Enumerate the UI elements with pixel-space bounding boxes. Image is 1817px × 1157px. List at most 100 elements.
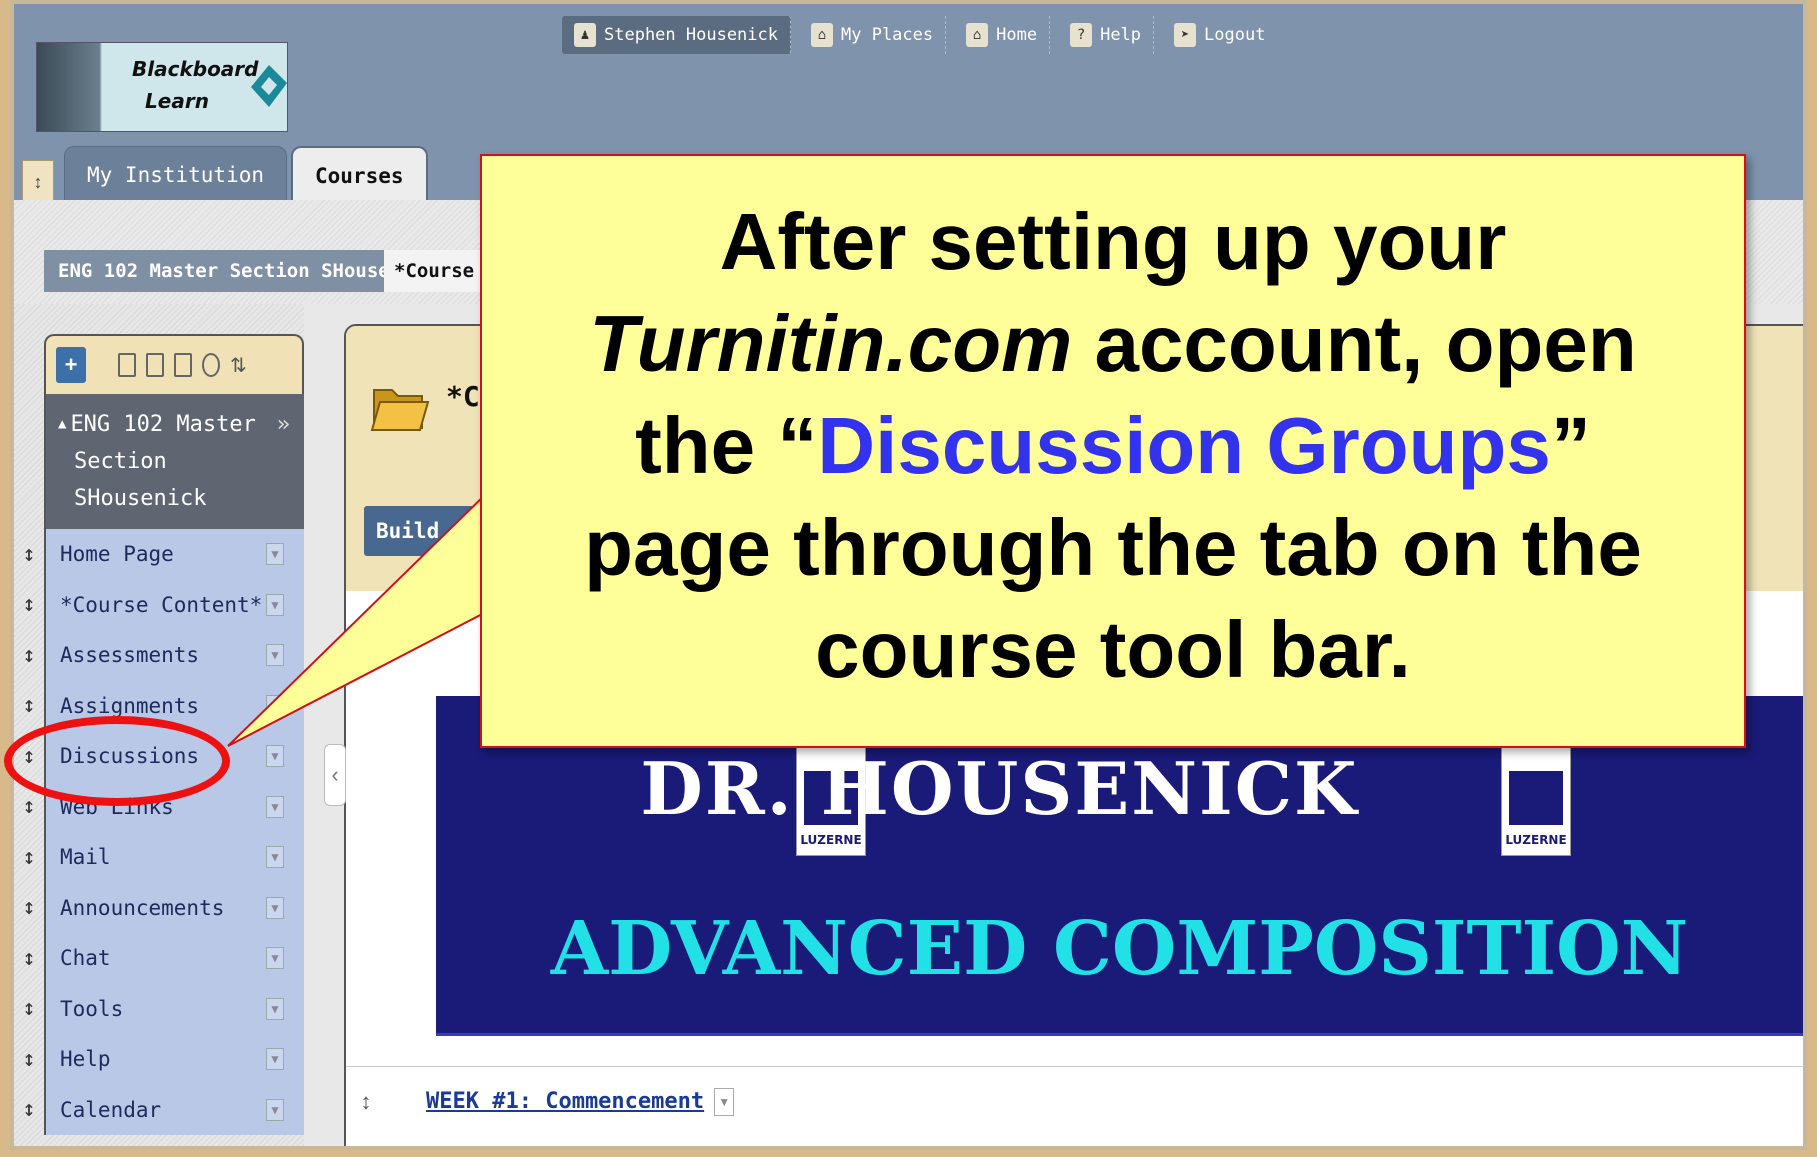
chevron-down-icon[interactable]: ▼	[266, 644, 284, 667]
sidebar-item-mail[interactable]: ↕ Mail ▼	[14, 832, 304, 883]
week-link[interactable]: WEEK #1: Commencement	[426, 1089, 704, 1114]
collapse-caret-icon: ▲	[58, 416, 67, 432]
drag-handle-icon[interactable]: ↕	[346, 1089, 386, 1115]
sidebar-item-label: Mail	[60, 845, 111, 870]
sidebar-item-label: Chat	[60, 946, 111, 971]
callout-line3-pre: the “	[635, 401, 818, 490]
drag-handle-icon[interactable]: ↕	[14, 643, 44, 668]
list-item: ↕ WEEK #1: Commencement ▼	[346, 1066, 1803, 1136]
luzerne-label: LUZERNE	[800, 833, 862, 847]
drag-handle-icon[interactable]: ↕	[14, 1047, 44, 1072]
logo-line2: Learn	[145, 89, 209, 113]
chevron-down-icon[interactable]: ▼	[266, 795, 284, 818]
sidebar-item-label: Assessments	[60, 643, 200, 668]
tab-courses[interactable]: Courses	[291, 146, 428, 204]
sidebar-item-course-content[interactable]: ↕ *Course Content* ▼	[14, 579, 304, 630]
chevron-down-icon[interactable]: ▼	[266, 694, 284, 717]
luzerne-label: LUZERNE	[1505, 833, 1567, 847]
drag-handle-icon[interactable]: ↕	[14, 693, 44, 718]
drag-handle-icon[interactable]: ↕	[14, 542, 44, 567]
top-navigation: ♟ Stephen Housenick ⌂ My Places ⌂ Home ?…	[562, 16, 1277, 54]
home-label: Home	[996, 25, 1038, 45]
sidebar-item-tools[interactable]: ↕ Tools ▼	[14, 983, 304, 1034]
tab-bar: ↕ My Institution Courses	[22, 146, 432, 204]
drag-handle-icon[interactable]: ↕	[14, 845, 44, 870]
page-title: *C	[446, 380, 480, 413]
drag-handle-icon[interactable]: ↕	[14, 592, 44, 617]
logout-link[interactable]: ➤ Logout	[1162, 16, 1277, 54]
my-places-icon: ⌂	[811, 23, 833, 47]
new-window-icon[interactable]	[174, 353, 192, 377]
help-label: Help	[1100, 25, 1142, 45]
my-places-link[interactable]: ⌂ My Places	[799, 16, 947, 54]
callout-line4: page through the tab on the	[584, 503, 1642, 592]
chevron-down-icon[interactable]: ▼	[714, 1087, 735, 1116]
chevron-down-icon[interactable]: ▼	[266, 1048, 284, 1071]
blackboard-logo[interactable]: Blackboard Learn	[36, 42, 288, 132]
logo-line1: Blackboard	[132, 57, 259, 81]
drag-handle-icon[interactable]: ↕	[14, 895, 44, 920]
instruction-callout: After setting up your Turnitin.com accou…	[480, 154, 1746, 748]
help-link[interactable]: ? Help	[1058, 16, 1155, 54]
course-title-line1: ENG 102 Master	[70, 412, 256, 437]
user-menu[interactable]: ♟ Stephen Housenick	[562, 16, 791, 54]
chevron-down-icon[interactable]: ▼	[266, 1098, 284, 1121]
sidebar-item-label: Calendar	[60, 1097, 162, 1122]
sidebar-item-label: Announcements	[60, 895, 225, 920]
refresh-icon[interactable]	[202, 353, 220, 377]
drag-handle-icon[interactable]: ↕	[14, 996, 44, 1021]
build-content-button[interactable]: Build Co	[364, 506, 490, 556]
course-title-line2: Section	[74, 449, 167, 474]
sidebar-item-assessments[interactable]: ↕ Assessments ▼	[14, 630, 304, 681]
chevron-down-icon[interactable]: ▼	[266, 846, 284, 869]
sidebar-item-label: Help	[60, 1047, 111, 1072]
tab-my-institution[interactable]: My Institution	[64, 146, 288, 204]
expand-collapse-icon[interactable]: ↕	[22, 160, 54, 204]
logout-icon: ➤	[1174, 23, 1197, 47]
home-link[interactable]: ⌂ Home	[954, 16, 1051, 54]
luzerne-logo-icon	[1509, 771, 1563, 825]
drag-handle-icon[interactable]: ↕	[14, 946, 44, 971]
sidebar-item-calendar[interactable]: ↕ Calendar ▼	[14, 1084, 304, 1135]
drag-handle-icon[interactable]: ↕	[14, 794, 44, 819]
banner-subtitle: ADVANCED COMPOSITION	[550, 906, 1689, 992]
sidebar-item-help[interactable]: ↕ Help ▼	[14, 1034, 304, 1085]
add-menu-item-icon[interactable]: +	[56, 347, 86, 383]
callout-line2: Turnitin.com account, open	[584, 293, 1642, 395]
course-menu-title[interactable]: ▲ ENG 102 Master Section SHousenick »	[44, 394, 304, 529]
sidebar-item-chat[interactable]: ↕ Chat ▼	[14, 933, 304, 984]
callout-line5: course tool bar.	[815, 605, 1411, 694]
course-menu-toolbar: + ⇅	[44, 334, 304, 394]
chevron-down-icon[interactable]: ▼	[266, 543, 284, 566]
folder-view-icon[interactable]	[146, 353, 164, 377]
sidebar-item-label: *Course Content*	[60, 592, 263, 617]
user-icon: ♟	[574, 23, 596, 47]
sidebar-item-announcements[interactable]: ↕ Announcements ▼	[14, 882, 304, 933]
sidebar-item-label: Assignments	[60, 693, 200, 718]
callout-discussion-groups: Discussion Groups	[817, 401, 1551, 490]
sidebar-item-label: Home Page	[60, 542, 174, 567]
chevron-down-icon[interactable]: ▼	[266, 745, 284, 768]
chevron-down-icon[interactable]: ▼	[266, 997, 284, 1020]
logout-label: Logout	[1204, 25, 1266, 45]
sidebar-item-label: Tools	[60, 996, 124, 1021]
course-menu-list: ↕ Home Page ▼ ↕ *Course Content* ▼ ↕ Asses…	[14, 529, 304, 1135]
blackboard-logo-icon	[251, 65, 287, 107]
drag-handle-icon[interactable]: ↕	[14, 1097, 44, 1122]
list-view-icon[interactable]	[118, 353, 136, 377]
course-title-line3: SHousenick	[74, 486, 207, 511]
collapse-menu-icon[interactable]: ‹	[324, 744, 346, 806]
sidebar-item-home-page[interactable]: ↕ Home Page ▼	[14, 529, 304, 580]
chevron-down-icon[interactable]: ▼	[266, 947, 284, 970]
chevron-down-icon[interactable]: ▼	[266, 593, 284, 616]
luzerne-logo: LUZERNE	[1501, 746, 1571, 856]
chevron-down-icon[interactable]: ▼	[266, 896, 284, 919]
help-icon: ?	[1070, 23, 1093, 47]
chevron-right-icon[interactable]: »	[277, 406, 290, 443]
home-icon: ⌂	[966, 23, 989, 47]
my-places-label: My Places	[841, 25, 934, 45]
reorder-icon[interactable]: ⇅	[230, 353, 248, 377]
callout-line3-post: ”	[1550, 401, 1591, 490]
banner-name: DR. HOUSENICK	[640, 746, 1359, 831]
callout-line2-rest: account, open	[1072, 299, 1637, 388]
